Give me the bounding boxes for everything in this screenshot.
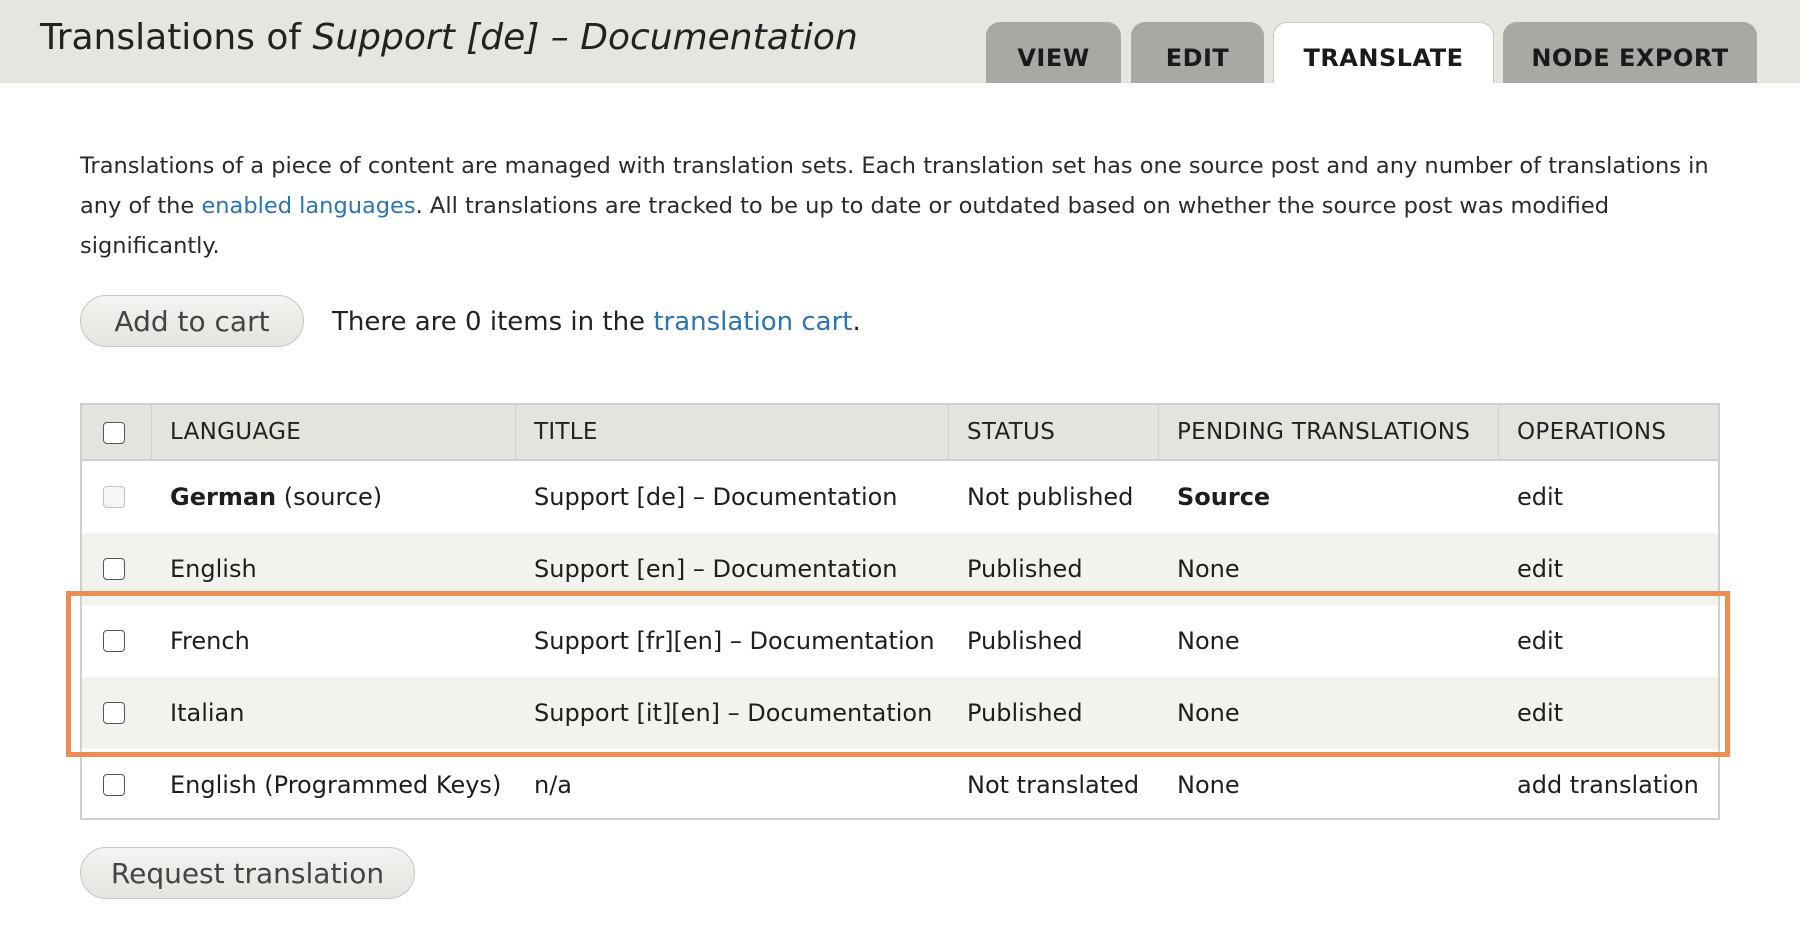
table-row: English (Programmed Keys) n/a Not translat… (82, 749, 1718, 821)
row-select-checkbox[interactable] (103, 558, 125, 580)
pending-translations-cell: Source (1177, 483, 1271, 511)
pending-translations-cell: None (1177, 771, 1240, 799)
column-divider (151, 405, 152, 459)
language-cell: French (170, 605, 250, 677)
operation-link[interactable]: add translation (1517, 749, 1699, 821)
translation-title: n/a (534, 771, 573, 799)
add-to-cart-button[interactable]: Add to cart (80, 295, 304, 347)
column-header-operations: OPERATIONS (1517, 419, 1667, 445)
status-cell: Not translated (967, 771, 1140, 799)
page-header: Translations of Support [de] – Documenta… (0, 0, 1800, 83)
language-cell: English (170, 533, 257, 605)
language-cell: English (Programmed Keys) (170, 749, 501, 821)
operation-link[interactable]: edit (1517, 605, 1563, 677)
column-header-title[interactable]: TITLE (534, 405, 598, 459)
language-note: (source) (276, 483, 383, 511)
column-divider (1498, 405, 1499, 459)
table-row: Italian Support [it][en] – Documentation P… (82, 677, 1718, 749)
translation-title-link[interactable]: Support [de] – Documentation (534, 461, 898, 533)
translation-title-link[interactable]: Support [en] – Documentation (534, 533, 897, 605)
tab-translate[interactable]: TRANSLATE (1273, 22, 1494, 83)
pending-translations-cell: None (1177, 627, 1240, 655)
pending-translations-cell: None (1177, 555, 1240, 583)
language-name: Italian (170, 699, 245, 727)
select-all-checkbox[interactable] (103, 422, 125, 444)
status-cell: Published (967, 699, 1083, 727)
cart-text-prefix: There are 0 items in the (332, 307, 654, 337)
language-name: English (Programmed Keys) (170, 771, 502, 799)
operation-link[interactable]: edit (1517, 533, 1563, 605)
translations-table: LANGUAGE TITLE STATUS PENDING TRANSLATIO… (80, 403, 1720, 820)
status-cell: Published (967, 555, 1083, 583)
tab-view[interactable]: VIEW (986, 22, 1121, 83)
language-name: French (170, 627, 250, 655)
table-row: German (source) Support [de] – Documentat… (82, 461, 1718, 533)
intro-description: Translations of a piece of content are m… (80, 146, 1730, 266)
column-header-language[interactable]: LANGUAGE (170, 405, 301, 459)
row-select-checkbox[interactable] (103, 630, 125, 652)
enabled-languages-link[interactable]: enabled languages (201, 193, 415, 219)
translation-cart-link[interactable]: translation cart (653, 307, 852, 337)
tab-edit[interactable]: EDIT (1131, 22, 1264, 83)
operation-link[interactable]: edit (1517, 461, 1563, 533)
column-header-pending: PENDING TRANSLATIONS (1177, 419, 1471, 445)
row-select-checkbox[interactable] (103, 702, 125, 724)
row-select-checkbox[interactable] (103, 774, 125, 796)
table-row: English Support [en] – Documentation Publi… (82, 533, 1718, 605)
page-title-prefix: Translations of (40, 17, 313, 58)
column-divider (948, 405, 949, 459)
status-cell: Not published (967, 483, 1134, 511)
request-translation-button[interactable]: Request translation (80, 847, 415, 899)
language-name: German (170, 483, 277, 511)
tab-node-export[interactable]: NODE EXPORT (1503, 22, 1757, 83)
language-cell: Italian (170, 677, 244, 749)
translation-title-link[interactable]: Support [it][en] – Documentation (534, 677, 932, 749)
column-header-status[interactable]: STATUS (967, 405, 1055, 459)
pending-translations-cell: None (1177, 699, 1240, 727)
language-cell: German (source) (170, 461, 382, 533)
cart-status: There are 0 items in the translation car… (332, 307, 861, 337)
row-select-checkbox (103, 486, 125, 508)
page-title-node: Support [de] – Documentation (312, 17, 858, 58)
language-name: English (170, 555, 257, 583)
table-header: LANGUAGE TITLE STATUS PENDING TRANSLATIO… (82, 405, 1718, 461)
column-divider (1158, 405, 1159, 459)
status-cell: Published (967, 627, 1083, 655)
translation-title-link[interactable]: Support [fr][en] – Documentation (534, 605, 935, 677)
page-title: Translations of Support [de] – Documenta… (40, 17, 858, 58)
table-row: French Support [fr][en] – Documentation Pu… (82, 605, 1718, 677)
operation-link[interactable]: edit (1517, 677, 1563, 749)
cart-text-suffix: . (852, 307, 861, 337)
column-divider (515, 405, 516, 459)
